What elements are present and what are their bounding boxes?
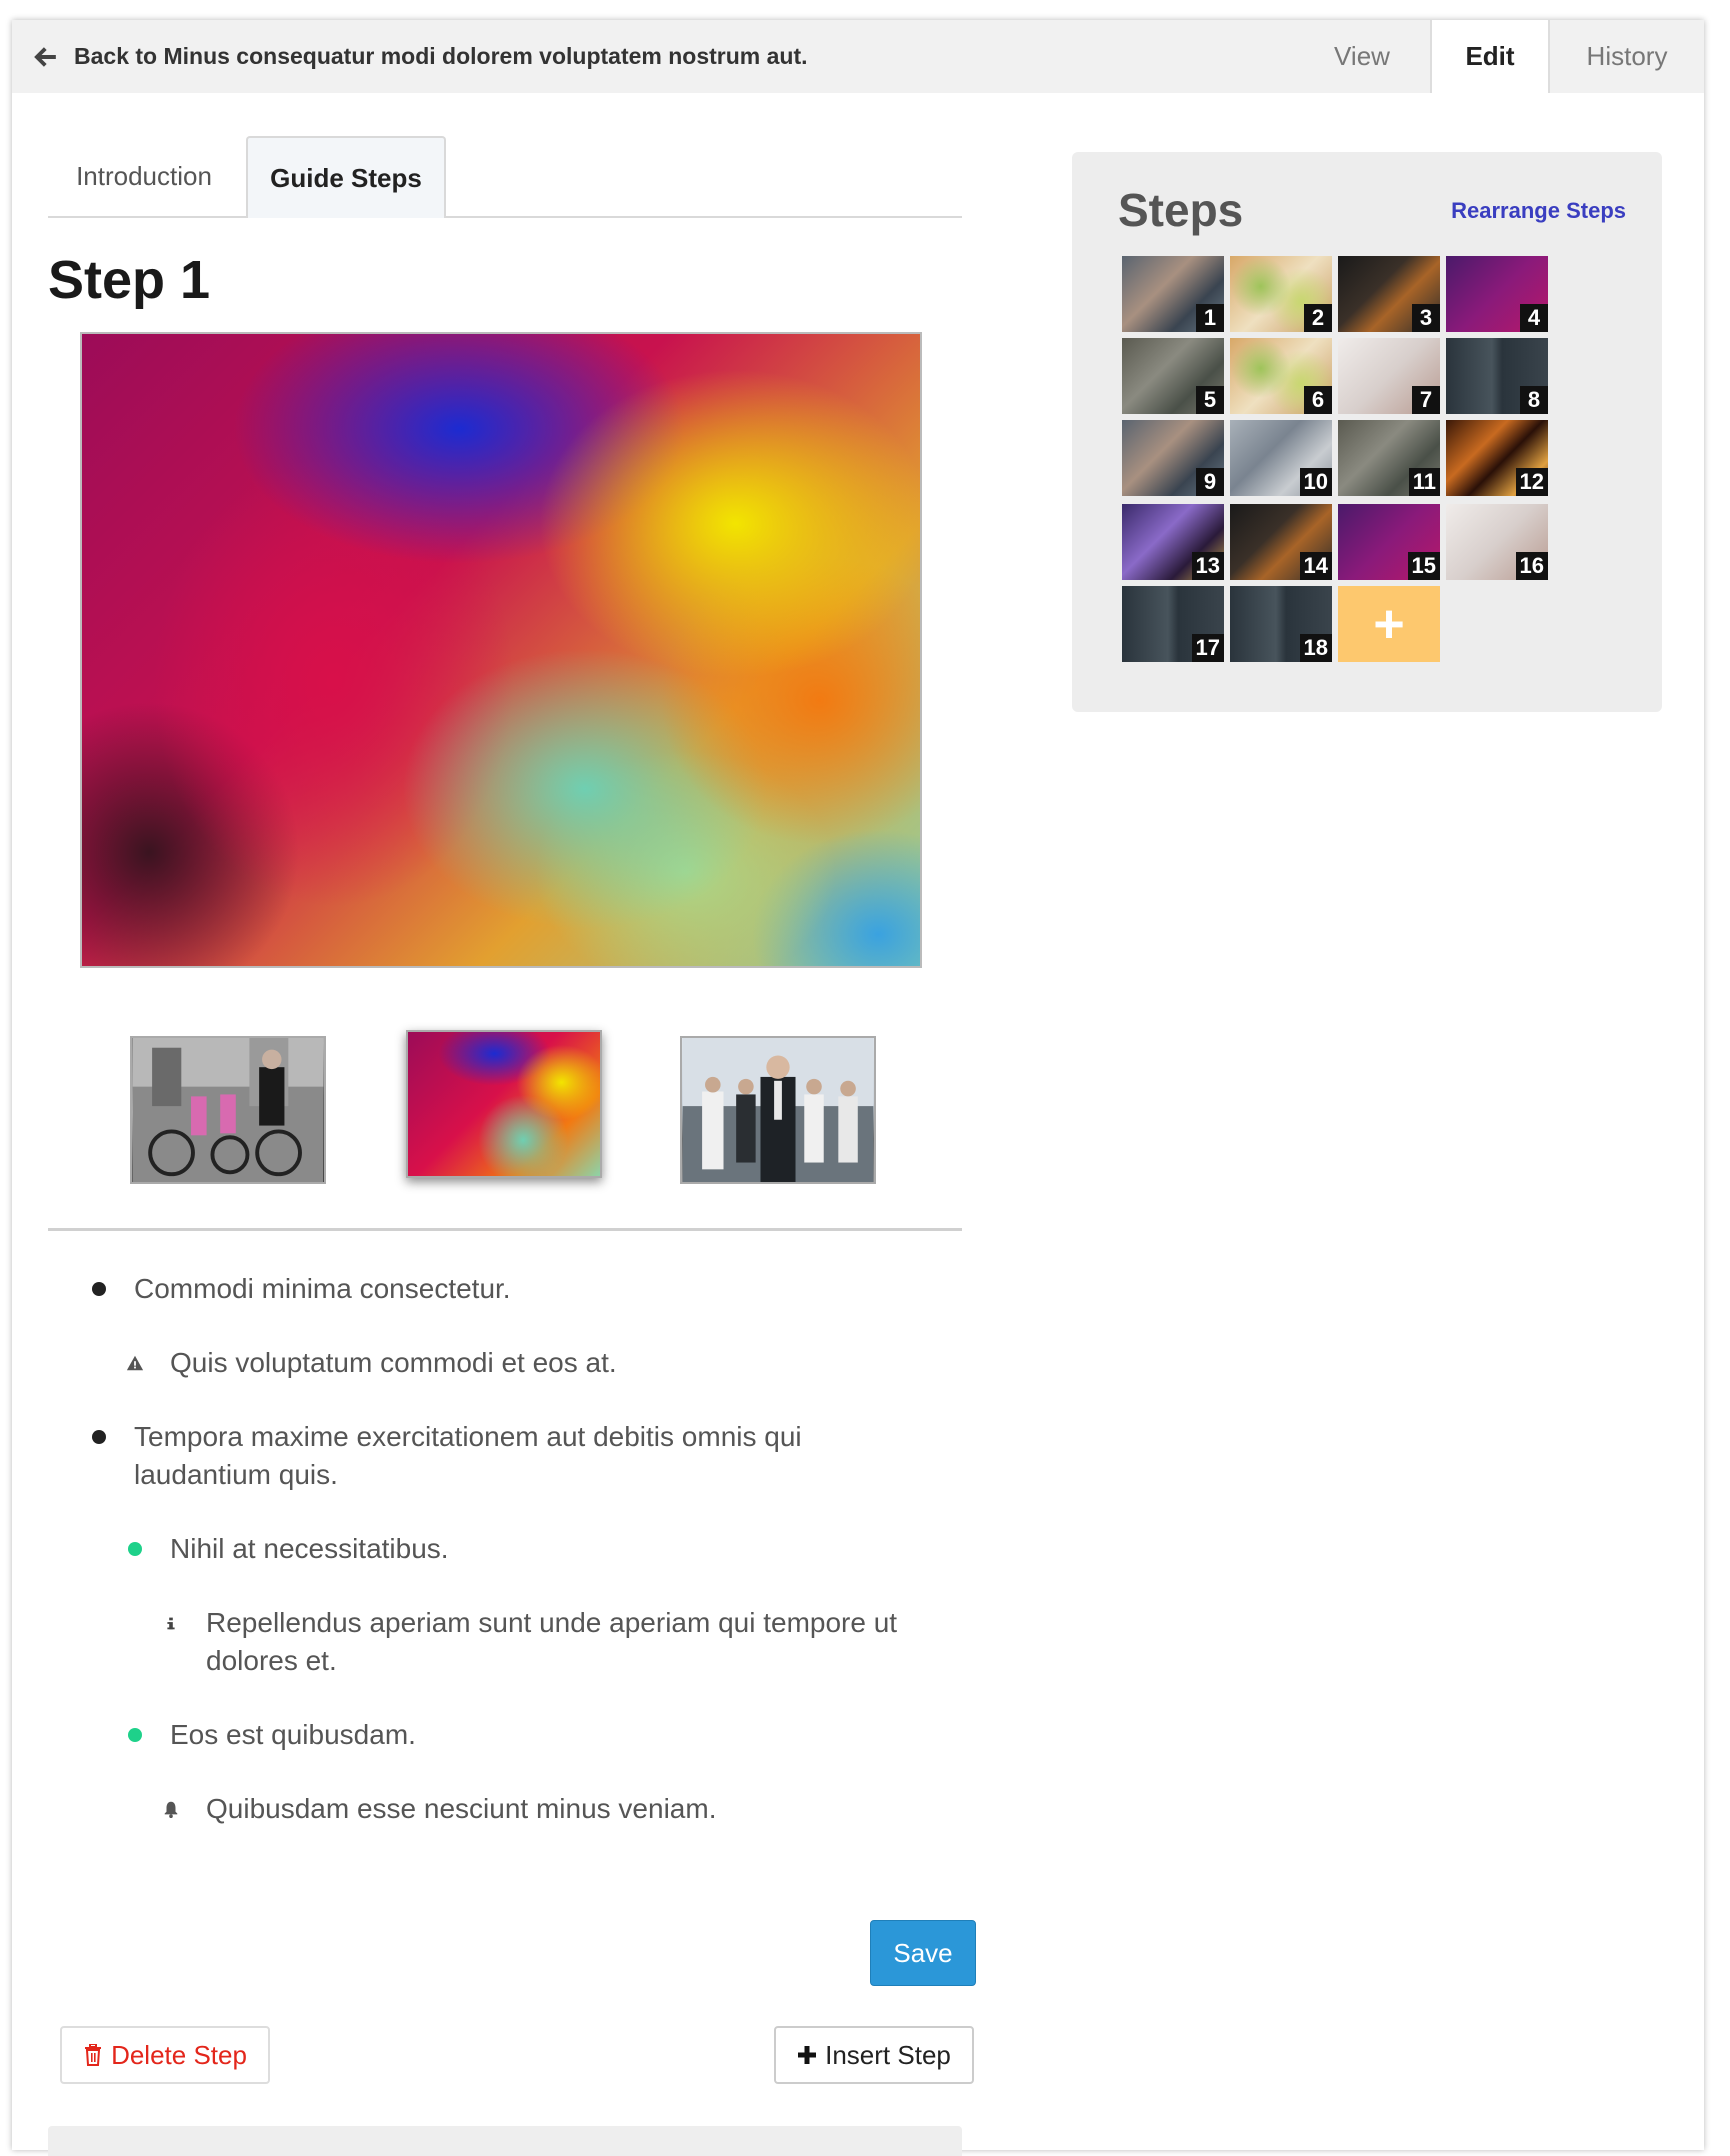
bullet-line[interactable]: Tempora maxime exercitationem aut debiti… xyxy=(92,1418,914,1494)
step-image-thumb-1[interactable] xyxy=(130,1036,326,1184)
step-number: 11 xyxy=(1408,468,1440,496)
step-number: 17 xyxy=(1191,634,1224,662)
step-number: 12 xyxy=(1515,468,1548,496)
step-number: 1 xyxy=(1196,304,1224,332)
bullet-line[interactable]: Eos est quibusdam. xyxy=(128,1716,930,1754)
save-button[interactable]: Save xyxy=(870,1920,976,1986)
steps-panel-title: Steps xyxy=(1118,184,1244,236)
step-thumb[interactable]: 6 xyxy=(1230,338,1332,414)
step-image-thumbnails xyxy=(130,1030,890,1184)
bullet-text: Repellendus aperiam sunt unde aperiam qu… xyxy=(206,1607,898,1676)
step-main-image[interactable] xyxy=(80,332,922,968)
section-tabs: Introduction Guide Steps xyxy=(48,136,962,218)
bell-icon xyxy=(164,1801,178,1818)
bullet-text: Quis voluptatum commodi et eos at. xyxy=(170,1347,617,1378)
bullet-line[interactable]: Quis voluptatum commodi et eos at. xyxy=(126,1344,930,1382)
bullet-line[interactable]: Commodi minima consectetur. xyxy=(92,1270,914,1308)
bullet-line[interactable]: Quibusdam esse nesciunt minus veniam. xyxy=(164,1790,926,1828)
cyclists-photo xyxy=(132,1038,324,1182)
tab-introduction[interactable]: Introduction xyxy=(48,136,240,216)
step-number: 13 xyxy=(1191,552,1224,580)
step-thumb[interactable]: 3 xyxy=(1338,256,1440,332)
warning-icon xyxy=(126,1355,144,1371)
step-number: 5 xyxy=(1196,386,1224,414)
steps-panel: Steps Rearrange Steps 1 2 3 4 5 6 7 8 9 … xyxy=(1072,152,1662,712)
step-thumb[interactable]: 16 xyxy=(1446,504,1548,580)
nav-edit[interactable]: Edit xyxy=(1430,20,1550,93)
step-number: 16 xyxy=(1515,552,1548,580)
step-number: 15 xyxy=(1407,552,1440,580)
step-number: 2 xyxy=(1304,304,1332,332)
step-thumb[interactable]: 11 xyxy=(1338,420,1440,496)
step-thumb[interactable]: 12 xyxy=(1446,420,1548,496)
step-thumb[interactable]: 18 xyxy=(1230,586,1332,662)
insert-step-button[interactable]: Insert Step xyxy=(774,2026,974,2084)
bullet-text: Tempora maxime exercitationem aut debiti… xyxy=(134,1421,802,1490)
step-thumb[interactable]: 1 xyxy=(1122,256,1224,332)
step-thumb[interactable]: 9 xyxy=(1122,420,1224,496)
step-thumb[interactable]: 4 xyxy=(1446,256,1548,332)
back-link[interactable]: Back to Minus consequatur modi dolorem v… xyxy=(32,20,808,93)
step-thumb[interactable]: 13 xyxy=(1122,504,1224,580)
bullet-text: Nihil at necessitatibus. xyxy=(170,1533,449,1564)
step-thumb[interactable]: 7 xyxy=(1338,338,1440,414)
step-thumb[interactable]: 10 xyxy=(1230,420,1332,496)
step-number: 10 xyxy=(1299,468,1332,496)
step-number: 7 xyxy=(1412,386,1440,414)
back-link-label: Back to Minus consequatur modi dolorem v… xyxy=(74,43,808,69)
delete-step-button[interactable]: Delete Step xyxy=(60,2026,270,2084)
step-number: 8 xyxy=(1520,386,1548,414)
step-thumb[interactable]: 8 xyxy=(1446,338,1548,414)
step-image-thumb-3[interactable] xyxy=(680,1036,876,1184)
step-thumb[interactable]: 2 xyxy=(1230,256,1332,332)
top-bar: Back to Minus consequatur modi dolorem v… xyxy=(12,20,1704,93)
step-number: 4 xyxy=(1520,304,1548,332)
delete-step-label: Delete Step xyxy=(111,2039,247,2070)
add-step-button[interactable]: + xyxy=(1338,586,1440,662)
bullet-dot-icon xyxy=(92,1430,106,1444)
step-thumb[interactable]: 5 xyxy=(1122,338,1224,414)
info-icon xyxy=(167,1617,175,1630)
insert-step-label: Insert Step xyxy=(825,2039,951,2070)
trash-icon xyxy=(85,2044,102,2066)
bullet-line[interactable]: Nihil at necessitatibus. xyxy=(128,1530,930,1568)
office-team-photo xyxy=(682,1038,874,1182)
page-nav: View Edit History xyxy=(1294,20,1704,93)
step-number: 14 xyxy=(1299,552,1332,580)
bullet-dot-icon xyxy=(128,1542,142,1556)
bottom-navigation-bar xyxy=(48,2126,962,2156)
bullet-text: Commodi minima consectetur. xyxy=(134,1273,511,1304)
step-thumb[interactable]: 15 xyxy=(1338,504,1440,580)
step-number: 6 xyxy=(1304,386,1332,414)
nav-view[interactable]: View xyxy=(1294,20,1430,93)
plus-icon xyxy=(798,2046,817,2064)
step-number: 18 xyxy=(1299,634,1332,662)
step-number: 9 xyxy=(1196,468,1224,496)
bullet-dot-icon xyxy=(92,1282,106,1296)
bullet-line[interactable]: Repellendus aperiam sunt unde aperiam qu… xyxy=(167,1604,926,1680)
guide-editor-card: Back to Minus consequatur modi dolorem v… xyxy=(12,20,1704,2156)
content-divider xyxy=(48,1228,962,1231)
nav-history[interactable]: History xyxy=(1550,20,1704,93)
step-thumb[interactable]: 14 xyxy=(1230,504,1332,580)
step-image-thumb-2[interactable] xyxy=(406,1030,602,1178)
arrow-left-icon xyxy=(34,46,56,67)
bullet-text: Quibusdam esse nesciunt minus veniam. xyxy=(206,1793,717,1824)
tab-guide-steps[interactable]: Guide Steps xyxy=(246,136,446,218)
bullet-text: Eos est quibusdam. xyxy=(170,1719,416,1750)
rearrange-steps-link[interactable]: Rearrange Steps xyxy=(1451,198,1626,224)
step-title: Step 1 xyxy=(48,250,211,310)
step-thumb[interactable]: 17 xyxy=(1122,586,1224,662)
step-number: 3 xyxy=(1412,304,1440,332)
bullet-dot-icon xyxy=(128,1728,142,1742)
